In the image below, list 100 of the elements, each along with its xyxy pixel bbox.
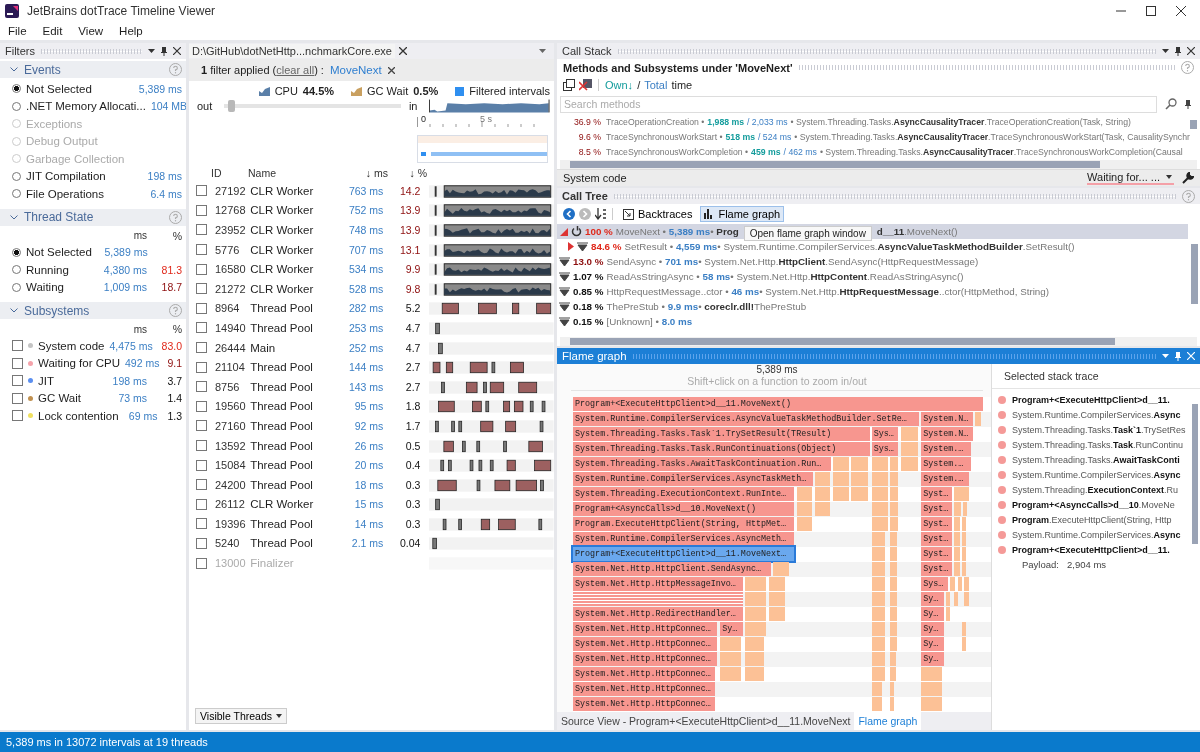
radio-button[interactable]	[12, 247, 21, 257]
flame-block[interactable]: System.Runtime.CompilerServices.AsyncTaskMeth…	[573, 472, 813, 486]
flame-block[interactable]	[962, 637, 967, 651]
flame-block[interactable]	[871, 547, 886, 561]
stack-frame[interactable]: Program+<AsyncCalls>d__10.MoveNe	[1012, 499, 1175, 510]
checkbox[interactable]	[196, 498, 207, 510]
checkbox[interactable]	[196, 244, 207, 256]
flame-block[interactable]	[871, 502, 889, 516]
column-header[interactable]: Name	[248, 167, 334, 179]
menu-item[interactable]: Help	[119, 25, 143, 37]
scrollbar[interactable]	[560, 159, 1197, 169]
flame-block[interactable]	[871, 592, 886, 606]
flame-block[interactable]: System.N…	[921, 427, 973, 441]
stack-frame[interactable]: Program+<ExecuteHttpClient>d__11.	[1012, 394, 1170, 405]
help-icon[interactable]	[1181, 61, 1194, 75]
dropdown-icon[interactable]	[539, 49, 546, 53]
search-field[interactable]: Search methods	[560, 95, 1157, 113]
flame-block[interactable]: System.…	[921, 442, 971, 456]
flame-block[interactable]	[954, 517, 961, 531]
stack-frame[interactable]: System.Threading.Tasks.Task`1.TrySetRes	[1012, 424, 1186, 435]
flame-block[interactable]	[890, 457, 899, 471]
chevron-icon[interactable]	[10, 308, 18, 313]
help-icon[interactable]	[1182, 189, 1195, 203]
flame-block[interactable]: Program.ExecuteHttpClient(String, HttpMet…	[573, 517, 795, 531]
flame-block[interactable]: System.Net.Http.HttpConnec…	[573, 652, 718, 666]
close-icon[interactable]	[398, 47, 407, 55]
flame-block[interactable]	[832, 487, 849, 501]
checkbox[interactable]	[196, 342, 207, 354]
chevron-icon[interactable]	[10, 67, 18, 72]
column-header[interactable]: ID	[211, 167, 248, 179]
tree-row[interactable]: 0.18 % ThePreStub • 9.9 ms• coreclr.dll!ThePreStub	[557, 299, 1188, 314]
checkbox[interactable]	[12, 357, 23, 369]
scrollbar[interactable]	[1191, 244, 1198, 304]
flame-block[interactable]	[720, 667, 741, 681]
flame-block[interactable]	[890, 487, 899, 501]
column-header[interactable]: ↓ ms	[334, 167, 388, 179]
checkbox[interactable]	[196, 263, 207, 275]
flame-block[interactable]	[871, 487, 889, 501]
checkbox[interactable]	[196, 204, 207, 216]
flame-block[interactable]: System.Threading.ExecutionContext.RunInte…	[573, 487, 795, 501]
flame-block[interactable]: Sy…	[921, 652, 944, 666]
method-row[interactable]: 9.6 % TraceSynchronousWorkStart • 518 ms / 524 ms • System.Threading.Tasks.AsyncCausalityTracer.TraceSynchronousWorkStart(Task, CausalitySynchr	[557, 129, 1190, 145]
dropdown-icon[interactable]	[148, 49, 155, 53]
tree-row[interactable]: 13.0 % SendAsync • 701 ms• System.Net.Http.HttpClient.SendAsync(HttpRequestMessage)	[557, 254, 1188, 269]
flame-block[interactable]	[871, 562, 886, 576]
sort-icon[interactable]	[595, 208, 606, 220]
checkbox[interactable]	[196, 361, 207, 373]
method-row[interactable]: 36.9 % TraceOperationCreation • 1,988 ms / 2,033 ms • System.Threading.Tasks.AsyncCausalityTracer.TraceOperationCreation(Task, String)	[557, 114, 1131, 130]
flame-block[interactable]	[958, 577, 963, 591]
scrollbar[interactable]	[560, 337, 1197, 346]
flame-block[interactable]: System.Net.Http.HttpConnec…	[573, 682, 716, 696]
stack-frame[interactable]: System.Threading.ExecutionContext.Ru	[1012, 484, 1179, 495]
checkbox[interactable]	[196, 518, 207, 530]
flame-block[interactable]: Program+<AsyncCalls>d__10.MoveNext()	[573, 502, 795, 516]
checkbox[interactable]	[196, 538, 207, 549]
flame-block[interactable]	[745, 637, 764, 651]
flame-block[interactable]	[745, 652, 764, 666]
flame-block[interactable]	[890, 682, 895, 696]
expanded-arrow-icon[interactable]	[560, 227, 568, 236]
close-icon[interactable]	[173, 47, 181, 55]
checkbox[interactable]	[12, 392, 23, 404]
flame-block[interactable]	[954, 592, 959, 606]
flame-block[interactable]	[871, 472, 889, 486]
flame-block[interactable]	[890, 517, 899, 531]
flame-block[interactable]: System.Runtime.CompilerServices.AsyncValueTaskMethodBuilder.SetRe…	[573, 412, 920, 426]
flame-block[interactable]	[815, 472, 831, 486]
flame-block[interactable]	[921, 682, 942, 696]
checkbox[interactable]	[196, 224, 207, 236]
flame-block[interactable]	[962, 547, 967, 561]
flame-block[interactable]: System.Net.Http.HttpConnec…	[573, 637, 718, 651]
stack-frame[interactable]: System.Runtime.CompilerServices.Async	[1012, 409, 1181, 420]
flame-block[interactable]	[871, 682, 882, 696]
flame-block[interactable]	[962, 622, 967, 636]
flame-block[interactable]	[745, 667, 764, 681]
flame-block[interactable]	[720, 637, 741, 651]
flame-block[interactable]: Sy…	[921, 637, 944, 651]
flame-block[interactable]	[949, 577, 956, 591]
help-icon[interactable]	[169, 210, 182, 224]
flame-block[interactable]: Syst…	[921, 517, 952, 531]
flame-block[interactable]	[962, 517, 967, 531]
backtraces-button[interactable]: Backtraces	[619, 206, 697, 222]
pin-icon[interactable]	[161, 46, 167, 56]
flame-block[interactable]	[768, 577, 786, 591]
flame-block[interactable]: System.N…	[921, 412, 973, 426]
flame-block[interactable]	[832, 472, 849, 486]
maximize-icon[interactable]	[1146, 6, 1156, 16]
flame-block[interactable]	[945, 592, 950, 606]
flame-block[interactable]	[772, 562, 790, 576]
flame-block[interactable]	[900, 427, 919, 441]
menu-item[interactable]: Edit	[42, 25, 63, 37]
search-icon[interactable]	[1165, 98, 1177, 111]
filter-chip[interactable]: MoveNext	[329, 64, 382, 76]
flame-block[interactable]	[745, 607, 766, 621]
subsystem-dropdown[interactable]: Waiting for... ...	[1087, 170, 1174, 185]
flame-block[interactable]	[954, 547, 961, 561]
flame-block[interactable]	[962, 532, 967, 546]
flame-block[interactable]	[900, 457, 919, 471]
flame-block[interactable]	[768, 607, 786, 621]
checkbox[interactable]	[196, 283, 207, 295]
help-icon[interactable]	[169, 63, 182, 76]
